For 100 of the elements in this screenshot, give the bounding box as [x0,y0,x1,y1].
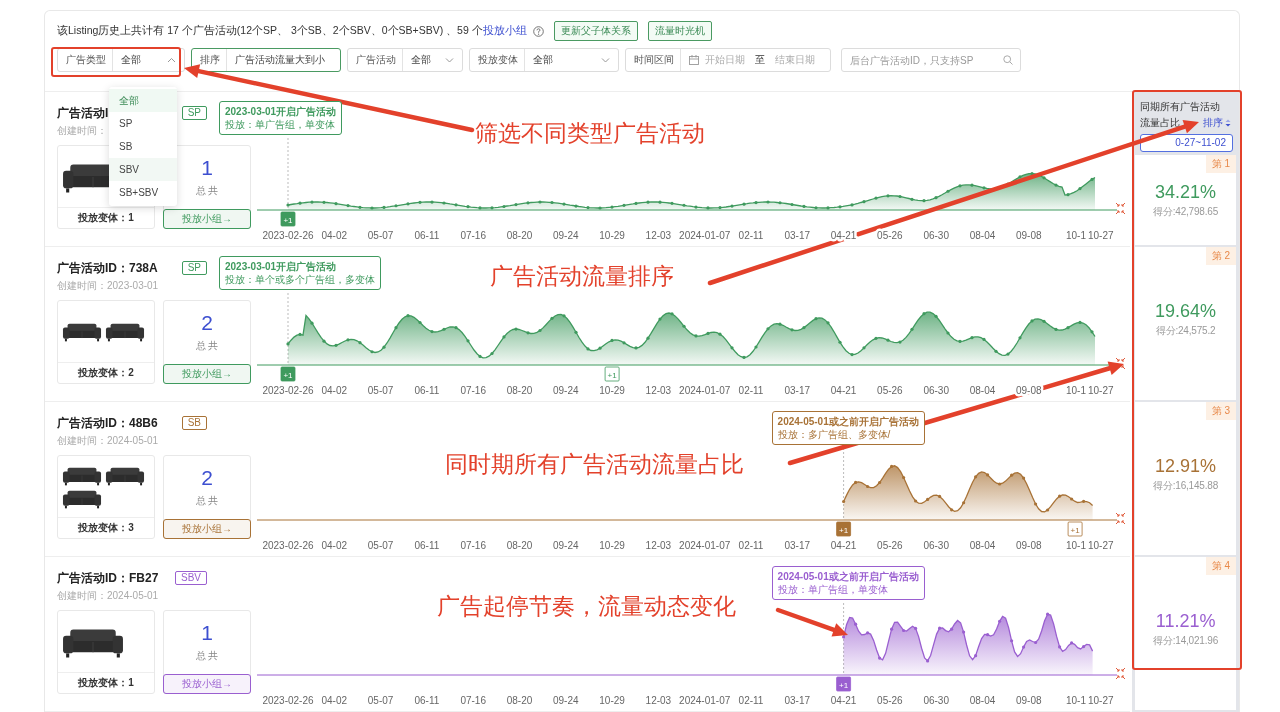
caret-icon [601,57,610,63]
axis-label: 05-07 [367,230,394,241]
menu-option[interactable]: SB [109,135,177,158]
axis-label: 06-30 [923,230,949,241]
date-range-field[interactable]: 0-27~11-02 [1140,134,1233,152]
axis-label: 04-02 [321,540,348,551]
annotation-text: 广告活动流量排序 [490,262,674,290]
filter-select[interactable]: 投放变体 全部 [469,48,619,72]
axis-label: 2024-01-07 [679,230,731,241]
axis-label: 09-24 [553,230,579,241]
caret-icon [167,57,176,63]
share-score: 得分:14,021.96 [1153,633,1218,648]
filter-select[interactable]: 广告活动 全部 [347,48,463,72]
collapse-icon[interactable] [1115,357,1126,370]
group-button[interactable]: 投放小组→ [163,674,251,694]
axis-label: 05-26 [877,695,903,706]
header-button[interactable]: 更新父子体关系 [553,21,638,41]
callout-text: 投放：单个或多个广告组，多变体 [225,273,375,286]
axis-label: 10-1 [1066,385,1086,396]
panel-subtitle: 流量占比 [1140,116,1181,130]
menu-option[interactable]: SB+SBV [109,181,177,204]
search-field[interactable]: 后台广告活动ID，只支持SP [841,48,1021,72]
axis-label: 06-30 [923,695,949,706]
campaign-title: 广告活动ID：738A [57,259,158,277]
date-range-field[interactable]: 时间区间 开始日期 至 结束日期 [625,48,831,72]
annotation-text: 同时期所有广告活动流量占比 [445,450,744,478]
variant-count: 投放变体：1 [58,672,154,693]
axis-label: 10-27 [1088,385,1114,396]
menu-option[interactable]: SP [109,112,177,135]
count-label: 总 共 [194,339,220,353]
sort-link[interactable]: 排序 [1203,116,1231,130]
axis-label: 2024-01-07 [679,695,731,706]
marker-tag: +1 [280,366,296,382]
axis-label: 2023-02-26 [262,230,314,241]
created-date: 创建时间：2024-05-01 [57,589,159,603]
axis-label: 12-03 [645,695,672,706]
collapse-icon[interactable] [1115,512,1126,525]
axis-label: 09-24 [553,540,579,551]
axis-label: 05-26 [877,230,903,241]
axis-label: 04-21 [830,695,857,706]
header-button[interactable]: 流量时光机 [647,21,712,41]
marker-tag: +1 [836,676,851,692]
help-icon [532,25,544,37]
axis-label: 08-04 [969,695,996,706]
panel-title: 同期所有广告活动 [1140,100,1222,114]
collapse-icon[interactable] [1115,667,1126,680]
marker-tag: +1 [280,211,296,227]
caret-icon [445,57,454,63]
group-button[interactable]: 投放小组→ [163,519,251,539]
axis-label: 10-29 [599,230,625,241]
axis-label: 03-17 [784,230,811,241]
campaign-title: 广告活动ID：48B6 [57,414,158,432]
axis-label: 10-29 [599,695,625,706]
axis-label: 05-07 [367,385,394,396]
axis-label: 06-11 [414,540,440,551]
axis-label: 12-03 [645,230,672,241]
axis-label: 02-11 [738,540,764,551]
marker-tag: +1 [1067,521,1083,537]
rank-badge: 第 4 [1205,557,1236,575]
callout-text: 投放：单广告组，单变体 [777,583,889,596]
share-score: 得分:24,575.2 [1155,323,1216,338]
menu-option[interactable]: 全部 [109,89,177,112]
axis-label: 02-11 [738,230,764,241]
axis-label: 08-04 [969,540,996,551]
variant-count: 投放变体：1 [58,207,154,228]
share-percent: 34.21% [1155,181,1217,203]
axis-label: 07-16 [460,230,486,241]
campaign-type-tag: SB [181,416,207,430]
axis-label: 08-04 [969,385,996,396]
axis-label: 06-11 [414,695,440,706]
axis-label: 03-17 [784,540,811,551]
axis-label: 10-29 [599,540,625,551]
axis-label: 06-30 [923,385,949,396]
variant-count: 投放变体：3 [58,517,154,538]
filter-select[interactable]: 广告类型 全部 [57,48,185,72]
axis-label: 2023-02-26 [262,540,314,551]
created-date: 创建时间：2024-05-01 [57,434,159,448]
sort-icon [1225,119,1231,127]
share-score: 得分:42,798.65 [1153,205,1218,219]
axis-label: 04-02 [321,695,348,706]
count-number: 1 [200,621,214,645]
axis-label: 06-30 [923,540,949,551]
axis-label: 08-04 [969,230,996,241]
axis-label: 10-1 [1066,695,1086,706]
axis-label: 10-1 [1066,230,1086,241]
collapse-icon[interactable] [1115,202,1126,215]
axis-label: 03-17 [784,385,811,396]
axis-label: 12-03 [645,385,672,396]
axis-label: 08-20 [506,385,533,396]
axis-label: 07-16 [460,695,486,706]
axis-label: 02-11 [738,385,764,396]
callout-title: 2023-03-01开启广告活动 [225,260,338,273]
menu-option[interactable]: SBV [109,158,177,181]
axis-label: 04-21 [830,385,857,396]
axis-label: 09-08 [1016,385,1042,396]
share-percent: 12.91% [1155,454,1217,477]
annotation-text: 筛选不同类型广告活动 [475,119,705,147]
filter-select[interactable]: 排序 广告活动流量大到小 [191,48,341,72]
axis-label: 06-11 [414,385,440,396]
groups-link[interactable]: 投放小组 [482,24,527,36]
